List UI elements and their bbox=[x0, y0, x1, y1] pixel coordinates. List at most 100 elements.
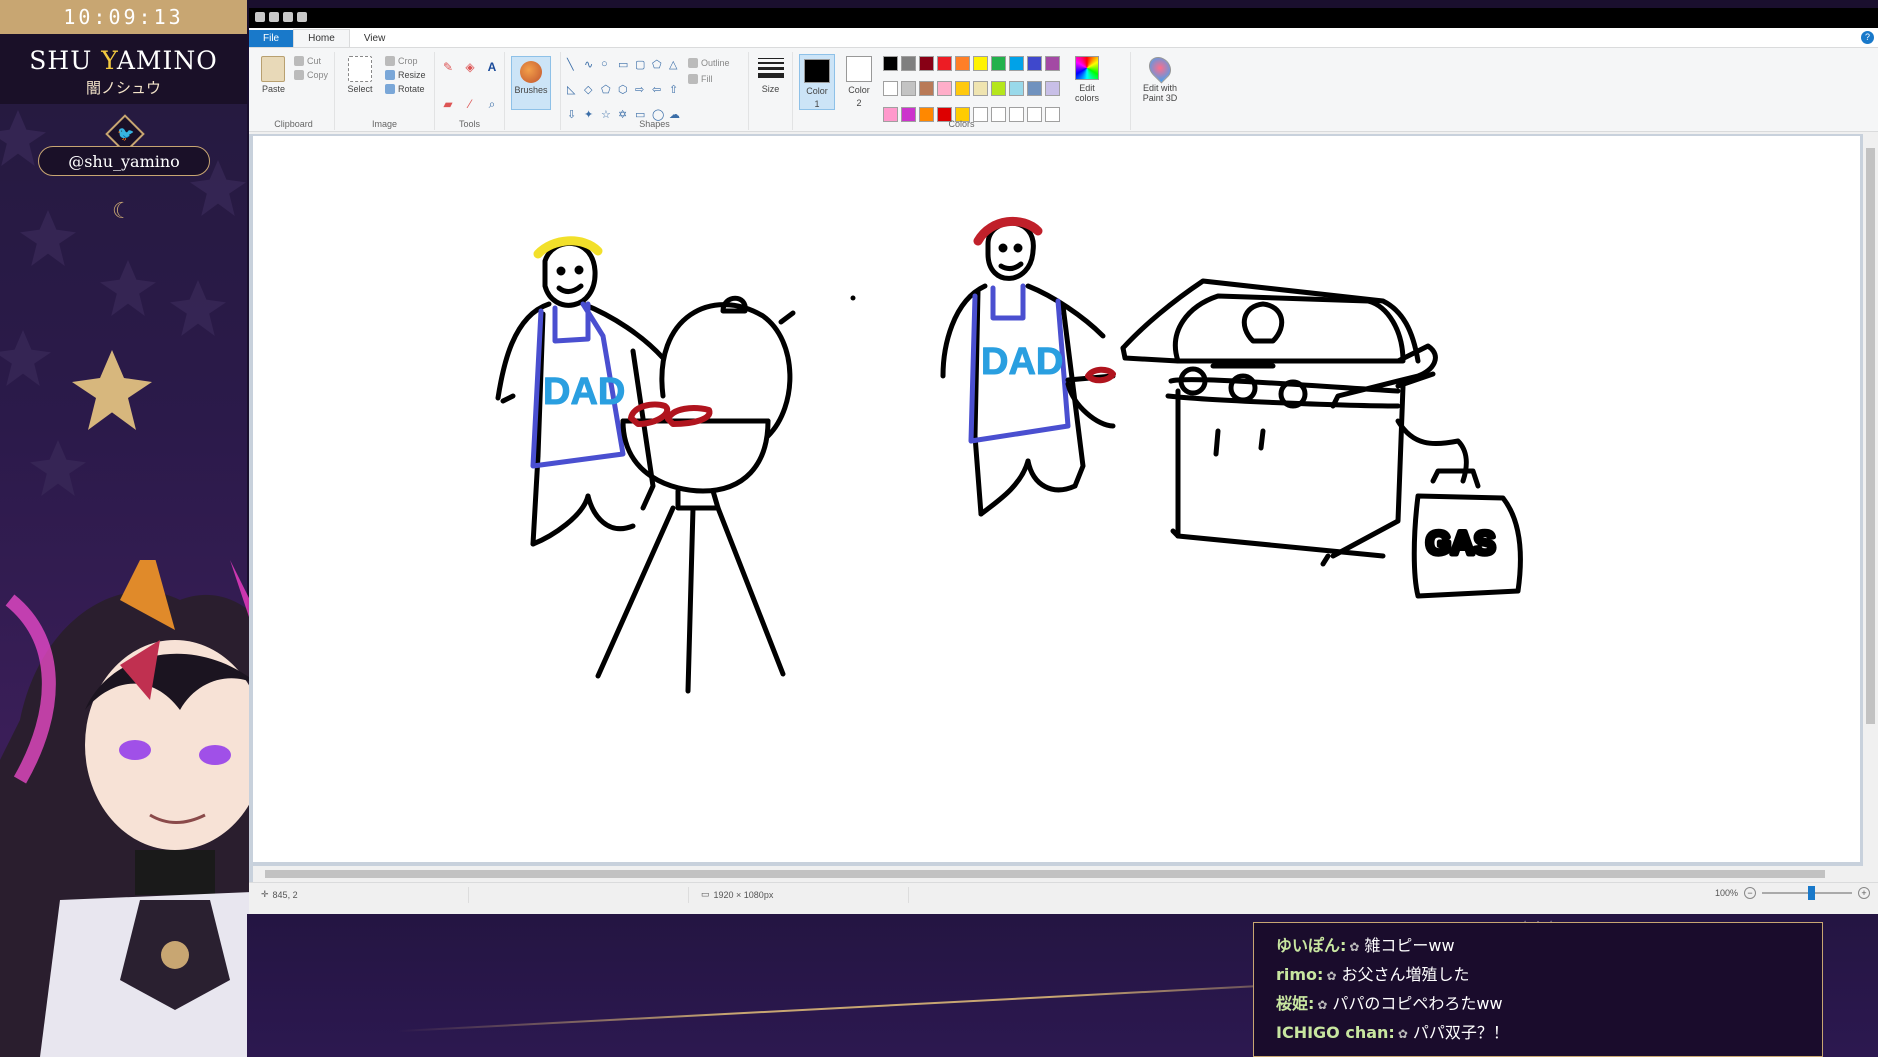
zoom-slider-knob[interactable] bbox=[1808, 886, 1815, 900]
palette-swatch[interactable] bbox=[955, 56, 970, 71]
palette-swatch[interactable] bbox=[901, 81, 916, 97]
palette-swatch[interactable] bbox=[919, 81, 934, 97]
palette-swatch[interactable] bbox=[883, 56, 898, 71]
cut-button[interactable]: Cut bbox=[293, 56, 328, 66]
left-arrow-shape-icon[interactable]: ⇦ bbox=[652, 83, 665, 105]
magnifier-icon[interactable]: ⌕ bbox=[485, 97, 499, 111]
chat-text: パパ双子？！ bbox=[1412, 1023, 1509, 1042]
palette-swatch[interactable] bbox=[991, 81, 1006, 97]
fill-bucket-icon[interactable]: ◈ bbox=[463, 60, 477, 74]
tab-home[interactable]: Home bbox=[293, 29, 350, 47]
diamond-shape-icon[interactable]: ◇ bbox=[584, 83, 597, 105]
right-triangle-shape-icon[interactable]: ◺ bbox=[567, 83, 580, 105]
help-icon[interactable]: ? bbox=[1861, 31, 1874, 44]
zoom-slider[interactable] bbox=[1762, 886, 1852, 900]
color2-swatch bbox=[846, 56, 872, 82]
size-button[interactable]: Size bbox=[755, 52, 786, 130]
triangle-shape-icon[interactable]: △ bbox=[669, 58, 682, 80]
palette-swatch[interactable] bbox=[955, 81, 970, 97]
kettle-grill bbox=[595, 295, 796, 694]
streamer-brand: SHU YAMINO 闇ノシュウ bbox=[0, 34, 247, 104]
image-group: Select Crop Resize Rotate Image bbox=[335, 52, 435, 130]
tools-group: ✎ ◈ A ▰ ⁄ ⌕ Tools bbox=[435, 52, 505, 130]
oval-shape-icon[interactable]: ○ bbox=[601, 58, 614, 80]
rotate-button[interactable]: Rotate bbox=[385, 84, 426, 94]
fill-icon bbox=[688, 74, 698, 84]
crescent-moon-icon: ☾ bbox=[112, 198, 132, 223]
palette-swatch[interactable] bbox=[1009, 81, 1024, 97]
edit-colors-label: Edit colors bbox=[1074, 83, 1099, 103]
meeple-deco-icon bbox=[0, 330, 51, 386]
save-icon[interactable] bbox=[269, 11, 279, 22]
text-tool-icon[interactable]: A bbox=[485, 60, 499, 74]
palette-swatch[interactable] bbox=[1027, 81, 1042, 97]
hexagon-shape-icon[interactable]: ⬡ bbox=[618, 83, 631, 105]
palette-swatch[interactable] bbox=[937, 56, 952, 71]
palette-swatch[interactable] bbox=[1045, 81, 1060, 97]
color2-number: 2 bbox=[856, 98, 862, 108]
resize-button[interactable]: Resize bbox=[385, 70, 426, 80]
vertical-scroll-thumb[interactable] bbox=[1866, 148, 1875, 724]
curve-shape-icon[interactable]: ∿ bbox=[584, 58, 597, 80]
polygon-shape-icon[interactable]: ⬠ bbox=[652, 58, 665, 80]
selection-size bbox=[469, 886, 689, 903]
rect-shape-icon[interactable]: ▭ bbox=[618, 58, 631, 80]
palette-swatch[interactable] bbox=[937, 81, 952, 97]
palette-swatch[interactable] bbox=[1045, 56, 1060, 71]
zoom-level: 100% bbox=[1714, 888, 1738, 898]
brushes-button[interactable]: Brushes bbox=[511, 56, 551, 110]
color-picker-icon[interactable]: ⁄ bbox=[463, 97, 477, 111]
up-arrow-shape-icon[interactable]: ⇧ bbox=[669, 83, 682, 105]
clipboard-icon bbox=[261, 56, 286, 82]
line-width-icon bbox=[757, 58, 784, 81]
edit-with-paint3d-button[interactable]: Edit with Paint 3D bbox=[1137, 52, 1183, 130]
zoom-out-icon[interactable]: − bbox=[1744, 887, 1756, 899]
colors-group: Color 1 Color 2 Edit colors Colors bbox=[793, 52, 1131, 130]
cursor-dot bbox=[850, 295, 856, 301]
eraser-icon[interactable]: ▰ bbox=[441, 97, 455, 111]
undo-icon[interactable] bbox=[283, 11, 293, 22]
palette-swatch[interactable] bbox=[973, 56, 988, 71]
palette-swatch[interactable] bbox=[1009, 56, 1024, 71]
color2-label: Color bbox=[848, 85, 870, 95]
right-arrow-shape-icon[interactable]: ⇨ bbox=[635, 83, 648, 105]
palette-swatch[interactable] bbox=[919, 56, 934, 71]
brush-icon bbox=[520, 61, 542, 83]
fill-dropdown[interactable]: Fill bbox=[688, 74, 730, 84]
palette-swatch[interactable] bbox=[883, 81, 898, 97]
palette-swatch[interactable] bbox=[973, 81, 988, 97]
zoom-in-icon[interactable]: + bbox=[1858, 887, 1870, 899]
streamer-kana-name: 闇ノシュウ bbox=[85, 79, 161, 97]
tab-view[interactable]: View bbox=[350, 30, 400, 47]
copy-button[interactable]: Copy bbox=[293, 70, 328, 80]
crop-button[interactable]: Crop bbox=[385, 56, 426, 66]
meeple-deco-icon bbox=[20, 210, 76, 266]
chat-username: ICHIGO chan: bbox=[1276, 1023, 1395, 1042]
line-shape-icon[interactable]: ╲ bbox=[567, 58, 580, 80]
cursor-position: ✛ 845, 2 bbox=[249, 886, 469, 903]
fill-label: Fill bbox=[701, 74, 713, 84]
clipboard-group: Paste Cut Copy Clipboard bbox=[253, 52, 335, 130]
copy-icon bbox=[293, 70, 304, 80]
horizontal-scrollbar[interactable] bbox=[253, 866, 1863, 882]
brushes-label: Brushes bbox=[514, 85, 548, 95]
outline-dropdown[interactable]: Outline bbox=[688, 58, 730, 68]
round-rect-shape-icon[interactable]: ▢ bbox=[635, 58, 648, 80]
color1-selector[interactable]: Color 1 bbox=[799, 54, 835, 110]
redo-icon[interactable] bbox=[297, 11, 307, 22]
clipboard-group-label: Clipboard bbox=[274, 119, 313, 129]
pentagon-shape-icon[interactable]: ⬠ bbox=[601, 83, 614, 105]
cursor-pos-icon: ✛ bbox=[261, 889, 269, 899]
paint-window: File Home View ? Paste Cut Copy Clipboar… bbox=[249, 8, 1878, 914]
palette-swatch[interactable] bbox=[901, 56, 916, 71]
image-size-icon: ▭ bbox=[701, 889, 710, 899]
horizontal-scroll-thumb[interactable] bbox=[265, 870, 1825, 878]
palette-swatch[interactable] bbox=[1027, 56, 1042, 71]
pencil-icon[interactable]: ✎ bbox=[441, 60, 455, 74]
chat-username: 桜姫: bbox=[1276, 994, 1315, 1013]
stick-figure-drawing: DAD DAD GAS bbox=[495, 216, 1523, 694]
palette-swatch[interactable] bbox=[991, 56, 1006, 71]
tab-file[interactable]: File bbox=[249, 30, 294, 47]
drawing-canvas[interactable]: DAD DAD GAS bbox=[253, 136, 1860, 862]
vertical-scrollbar[interactable] bbox=[1863, 134, 1878, 882]
